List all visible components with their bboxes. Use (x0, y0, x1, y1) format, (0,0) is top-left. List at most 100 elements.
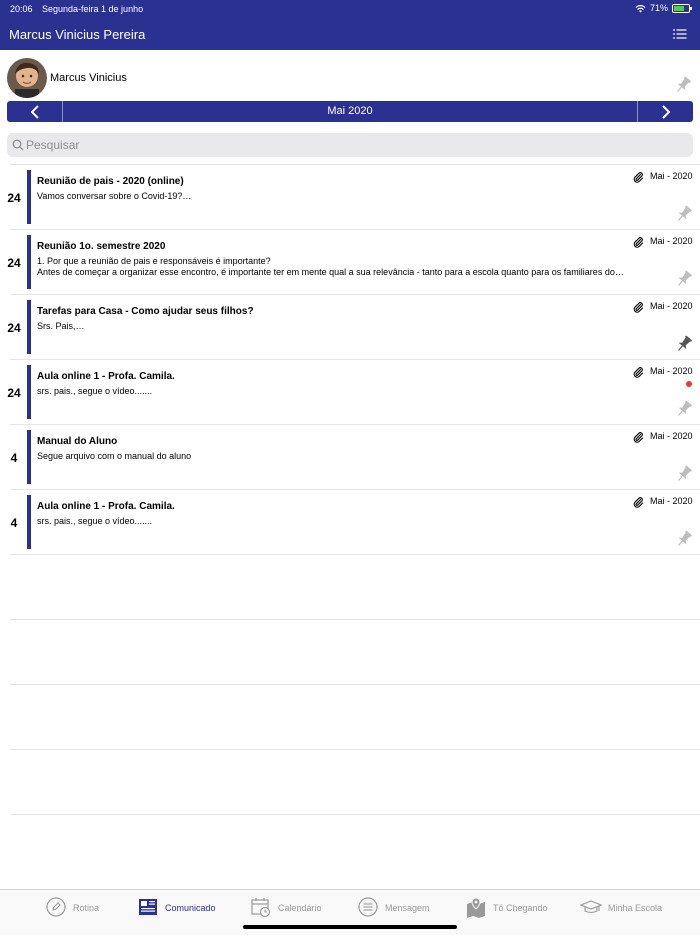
status-time: 20:06 (10, 4, 33, 14)
list-item[interactable]: 4 Aula online 1 - Profa. Camila. srs. pais… (10, 489, 700, 554)
paperclip-icon (632, 495, 644, 508)
item-date: Mai - 2020 (650, 236, 693, 246)
item-day: 24 (7, 386, 21, 400)
tab-rotina[interactable]: Rotina (45, 897, 99, 919)
tab-label: Minha Escola (608, 903, 663, 913)
tab-label: Tô Chegando (493, 903, 548, 913)
search-input[interactable] (26, 135, 666, 155)
chevron-left-icon (30, 104, 39, 119)
empty-row (10, 619, 700, 684)
battery-percent: 71% (649, 3, 668, 13)
prev-month-button[interactable] (7, 101, 63, 122)
item-day: 4 (10, 516, 18, 530)
avatar[interactable] (7, 58, 47, 98)
search-icon (12, 139, 24, 151)
empty-row (10, 684, 700, 749)
current-month: Mai 2020 (327, 105, 373, 117)
list-item[interactable]: 24 Reunião de pais - 2020 (online) Vamos c… (7, 164, 700, 229)
item-accent-bar (27, 170, 31, 224)
tab-label: Calendário (278, 903, 322, 913)
chevron-right-icon (661, 104, 670, 119)
next-month-button[interactable] (637, 101, 693, 122)
empty-row (10, 554, 700, 619)
item-day: 24 (7, 256, 21, 270)
tab-mensagem[interactable]: Mensagem (357, 897, 430, 919)
pin-icon[interactable] (673, 75, 693, 95)
tab-label: Comunicado (165, 903, 216, 913)
item-title: Aula online 1 - Profa. Camila. (37, 501, 175, 512)
item-date: Mai - 2020 (650, 366, 693, 376)
tab-comunicado[interactable]: Comunicado (137, 897, 216, 919)
item-accent-bar (27, 300, 31, 354)
page-title: Marcus Vinicius Pereira (9, 27, 146, 42)
pin-icon[interactable] (674, 399, 694, 419)
tab-t-chegando[interactable]: Tô Chegando (465, 897, 548, 919)
item-day: 4 (10, 451, 18, 465)
item-title: Reunião de pais - 2020 (online) (37, 176, 184, 187)
item-preview-line: 1. Por que a reunião de pais e responsáv… (37, 256, 271, 266)
paperclip-icon (632, 365, 644, 378)
profile-name: Marcus Vinicius (50, 72, 127, 84)
item-accent-bar (27, 495, 31, 549)
profile-header: Marcus Vinicius (0, 50, 700, 100)
item-date: Mai - 2020 (650, 301, 693, 311)
battery-icon (672, 3, 692, 13)
item-title: Reunião 1o. semestre 2020 (37, 241, 166, 252)
item-preview-line: Antes de começar a organizar esse encont… (37, 267, 624, 277)
list-item[interactable]: 24 Aula online 1 - Profa. Camila. srs. pai… (7, 359, 700, 424)
paperclip-icon (632, 170, 644, 183)
item-date: Mai - 2020 (650, 431, 693, 441)
status-right: 71% (635, 3, 692, 13)
list-item[interactable]: 24 Tarefas para Casa - Como ajudar seus f… (7, 294, 700, 359)
item-preview-line: Segue arquivo com o manual do aluno (37, 451, 192, 461)
item-preview: Segue arquivo com o manual do aluno (37, 451, 659, 462)
list-item[interactable]: 24 Reunião 1o. semestre 2020 1. Por que a … (7, 229, 700, 294)
item-preview: srs. pais., segue o vídeo....... (37, 386, 659, 397)
nav-bar: Marcus Vinicius Pereira (0, 18, 700, 50)
pencil-icon (45, 896, 67, 920)
item-preview-line: Srs. Pais,… (37, 321, 85, 331)
unread-dot (686, 381, 692, 387)
item-title: Manual do Aluno (37, 436, 118, 447)
item-preview: Srs. Pais,… (37, 321, 659, 332)
item-preview: srs. pais., segue o vídeo....... (37, 516, 659, 527)
item-date: Mai - 2020 (650, 171, 693, 181)
item-title: Aula online 1 - Profa. Camila. (37, 371, 175, 382)
pin-icon[interactable] (674, 464, 694, 484)
item-day: 24 (7, 191, 21, 205)
list-item[interactable]: 4 Manual do Aluno Segue arquivo com o manu… (10, 424, 700, 489)
item-date: Mai - 2020 (650, 496, 693, 506)
status-date: Segunda-feira 1 de junho (42, 4, 144, 14)
empty-row (10, 814, 700, 879)
search-bar (7, 133, 693, 157)
graduation-cap-icon (579, 896, 603, 920)
tab-minha-escola[interactable]: Minha Escola (579, 896, 663, 920)
message-icon (357, 896, 379, 920)
newspaper-icon (137, 896, 159, 920)
item-accent-bar (27, 235, 31, 289)
item-preview-line: Vamos conversar sobre o Covid-19?… (37, 191, 192, 201)
tab-label: Mensagem (385, 903, 430, 913)
item-preview: 1. Por que a reunião de pais e responsáv… (37, 256, 659, 278)
paperclip-icon (632, 430, 644, 443)
pin-icon[interactable] (674, 529, 694, 549)
pin-icon[interactable] (674, 269, 694, 289)
item-title: Tarefas para Casa - Como ajudar seus fil… (37, 306, 254, 317)
paperclip-icon (632, 235, 644, 248)
tab-calend-rio[interactable]: Calendário (250, 897, 322, 919)
calendar-icon (250, 896, 272, 920)
month-selector: Mai 2020 (7, 101, 693, 122)
item-preview-line: srs. pais., segue o vídeo....... (37, 516, 153, 526)
status-bar: 20:06 Segunda-feira 1 de junho 71% (0, 0, 700, 18)
map-pin-icon (465, 896, 487, 920)
pin-icon[interactable] (674, 204, 694, 224)
item-preview-line: srs. pais., segue o vídeo....... (37, 386, 153, 396)
item-accent-bar (27, 430, 31, 484)
list-icon[interactable] (673, 28, 687, 40)
item-day: 24 (7, 321, 21, 335)
wifi-icon (635, 4, 646, 12)
empty-row (10, 749, 700, 814)
pin-icon[interactable] (674, 334, 694, 354)
item-preview: Vamos conversar sobre o Covid-19?… (37, 191, 659, 202)
tab-label: Rotina (73, 903, 100, 913)
